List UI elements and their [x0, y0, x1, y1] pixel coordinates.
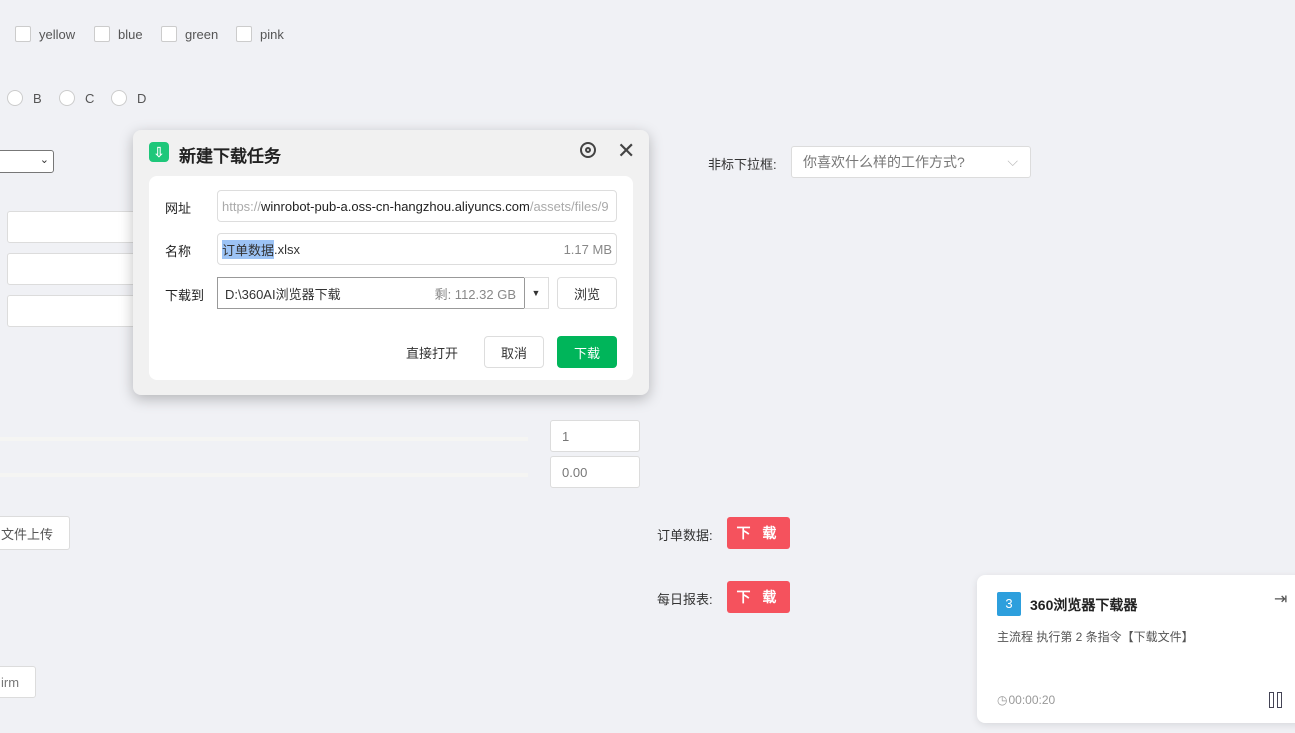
- settings-icon[interactable]: [580, 142, 596, 158]
- radio-label: B: [33, 90, 42, 106]
- destination-path: D:\360AI浏览器下载: [225, 286, 341, 302]
- url-host: winrobot-pub-a.oss-cn-hangzhou.aliyuncs.…: [261, 198, 530, 214]
- clock-icon: ◷: [997, 693, 1008, 707]
- order-data-download-button[interactable]: 下 载: [727, 517, 790, 549]
- card-title: 360浏览器下载器: [1030, 597, 1138, 613]
- url-field[interactable]: https://winrobot-pub-a.oss-cn-hangzhou.a…: [217, 190, 617, 222]
- timer-value: 00:00:20: [1008, 693, 1056, 707]
- checkbox-label: blue: [118, 26, 143, 42]
- checkbox-label: pink: [260, 26, 284, 42]
- checkbox-pink[interactable]: pink: [236, 26, 284, 42]
- cancel-button[interactable]: 取消: [484, 336, 544, 368]
- file-size: 1.17 MB: [563, 241, 612, 257]
- destination-label: 下载到: [165, 288, 205, 303]
- url-label: 网址: [165, 201, 192, 216]
- new-download-dialog: ⇩ 新建下载任务 ✕ 网址 https://winrobot-pub-a.oss…: [133, 130, 649, 395]
- radio-circle[interactable]: [7, 90, 23, 106]
- url-prefix: https://: [222, 198, 262, 214]
- slider-track-2[interactable]: [0, 473, 528, 477]
- dropdown-placeholder: 你喜欢什么样的工作方式?: [803, 154, 965, 170]
- name-field[interactable]: 订单数据 .xlsx 1.17 MB: [217, 233, 617, 265]
- slider-track-1[interactable]: [0, 437, 528, 441]
- radio-c[interactable]: C: [59, 90, 94, 106]
- dialog-title: 新建下载任务: [179, 147, 281, 166]
- custom-dropdown[interactable]: 你喜欢什么样的工作方式? ⌵: [791, 146, 1031, 178]
- step-badge: 3: [997, 592, 1021, 616]
- text-input-3[interactable]: [7, 295, 137, 327]
- timer: ◷ 00:00:20: [997, 693, 1055, 707]
- name-extension: .xlsx: [274, 241, 301, 257]
- radio-d[interactable]: D: [111, 90, 146, 106]
- radio-circle[interactable]: [111, 90, 127, 106]
- radio-label: C: [85, 90, 95, 106]
- checkbox-box[interactable]: [15, 26, 31, 42]
- checkbox-blue[interactable]: blue: [94, 26, 143, 42]
- checkbox-box[interactable]: [161, 26, 177, 42]
- radio-circle[interactable]: [59, 90, 75, 106]
- number-input[interactable]: 1: [550, 420, 640, 452]
- free-space: 剩: 112.32 GB: [434, 286, 516, 302]
- checkbox-box[interactable]: [94, 26, 110, 42]
- checkbox-box[interactable]: [236, 26, 252, 42]
- open-directly-button[interactable]: 直接打开: [397, 336, 467, 368]
- download-app-icon: ⇩: [149, 142, 169, 162]
- pause-icon[interactable]: [1269, 692, 1283, 708]
- card-status: 主流程 执行第 2 条指令【下载文件】: [997, 630, 1194, 644]
- name-label: 名称: [165, 244, 192, 259]
- robot-status-card: 3 360浏览器下载器 ⇥ 主流程 执行第 2 条指令【下载文件】 ◷ 00:00…: [977, 575, 1295, 723]
- checkbox-yellow[interactable]: yellow: [15, 26, 75, 42]
- destination-dropdown-caret-icon[interactable]: ▼: [524, 277, 549, 309]
- radio-b[interactable]: B: [7, 90, 42, 106]
- checkbox-label: yellow: [39, 26, 76, 42]
- name-selected-text: 订单数据: [222, 239, 275, 259]
- destination-path-field[interactable]: D:\360AI浏览器下载 剩: 112.32 GB: [217, 277, 525, 309]
- daily-report-download-button[interactable]: 下 载: [727, 581, 790, 613]
- dialog-body: 网址 https://winrobot-pub-a.oss-cn-hangzho…: [149, 176, 633, 380]
- native-select[interactable]: ⌄: [0, 150, 54, 173]
- order-data-label: 订单数据:: [657, 528, 713, 543]
- browse-button[interactable]: 浏览: [557, 277, 617, 309]
- file-upload-button[interactable]: 文件上传: [0, 516, 70, 550]
- chevron-down-icon: ⌵: [1007, 153, 1018, 169]
- checkbox-green[interactable]: green: [161, 26, 218, 42]
- checkbox-label: green: [185, 26, 219, 42]
- url-path: /assets/files/9: [529, 198, 609, 214]
- decimal-input[interactable]: 0.00: [550, 456, 640, 488]
- collapse-icon[interactable]: ⇥: [1274, 589, 1287, 609]
- radio-label: D: [137, 90, 147, 106]
- close-icon[interactable]: ✕: [617, 138, 635, 164]
- confirm-button[interactable]: irm: [0, 666, 36, 698]
- download-button[interactable]: 下载: [557, 336, 617, 368]
- daily-report-label: 每日报表:: [657, 592, 713, 607]
- dropdown-label: 非标下拉框:: [708, 157, 777, 172]
- text-input-2[interactable]: [7, 253, 137, 285]
- chevron-down-icon: ⌄: [39, 154, 49, 166]
- text-input-1[interactable]: [7, 211, 137, 243]
